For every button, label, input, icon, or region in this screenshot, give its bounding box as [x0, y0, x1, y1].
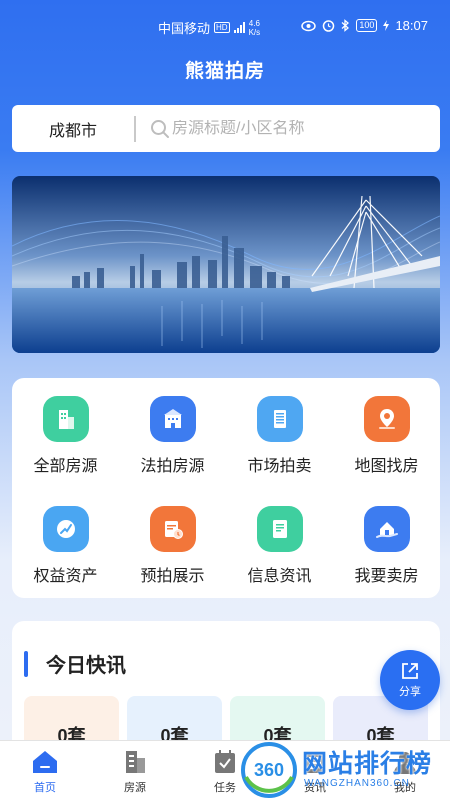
carrier-name: 中国移动: [158, 21, 211, 36]
section-title: 今日快讯: [46, 655, 126, 677]
news-icon: [305, 752, 325, 773]
tab-home[interactable]: 首页: [0, 741, 90, 800]
network-speed: 4.6 K/s: [248, 18, 261, 37]
clock-time: 18:07: [395, 18, 428, 33]
menu-market-auction[interactable]: 市场拍卖: [226, 378, 333, 488]
tab-label: 房源: [124, 782, 146, 794]
home-icon: [33, 751, 57, 773]
buildings-icon: [126, 751, 145, 773]
profile-icon: [394, 752, 416, 774]
task-icon: [215, 750, 235, 773]
tab-label: 首页: [34, 782, 56, 794]
tab-listings[interactable]: 房源: [90, 741, 180, 800]
share-button[interactable]: 分享: [380, 650, 440, 710]
menu-label: 法拍房源: [140, 458, 205, 475]
tab-label: 资讯: [304, 782, 326, 794]
menu-pre-auction[interactable]: 预拍展示: [119, 488, 226, 598]
search-divider: [134, 115, 136, 142]
menu-label: 地图找房: [354, 458, 419, 475]
hd-badge: HD: [214, 22, 230, 33]
tab-label: 我的: [394, 782, 416, 794]
document-icon: [256, 506, 303, 552]
tab-tasks[interactable]: 任务: [180, 741, 270, 800]
house-hand-icon: [363, 506, 410, 552]
status-bar: 中国移动 HD 4.6 K/s 100 18:07: [0, 0, 450, 50]
city-selector[interactable]: 成都市: [12, 117, 134, 141]
office-tower-icon: [256, 396, 303, 442]
bottom-tab-bar: 首页 房源 任务 资讯 我的: [0, 740, 450, 800]
share-icon: [402, 663, 418, 679]
chart-growth-icon: [42, 506, 89, 552]
building-icon: [42, 396, 89, 442]
tab-label: 任务: [214, 782, 236, 794]
court-building-icon: [149, 396, 196, 442]
menu-information[interactable]: 信息资讯: [226, 488, 333, 598]
eye-icon: [301, 20, 317, 31]
charging-icon: [383, 20, 390, 31]
category-menu: 全部房源 法拍房源 市场拍卖 地图找房 权益资产 预拍展示 信息资讯 我要卖房: [12, 378, 440, 598]
menu-sell-house[interactable]: 我要卖房: [333, 488, 440, 598]
search-input[interactable]: [172, 119, 432, 138]
menu-label: 全部房源: [33, 458, 98, 475]
tab-news[interactable]: 资讯: [270, 741, 360, 800]
menu-label: 信息资讯: [247, 568, 312, 585]
menu-judicial-listings[interactable]: 法拍房源: [119, 378, 226, 488]
search-icon: [151, 119, 169, 138]
menu-label: 权益资产: [33, 568, 98, 585]
battery-icon: 100: [356, 19, 378, 32]
page-title: 熊猫拍房: [184, 61, 265, 82]
menu-map-search[interactable]: 地图找房: [333, 378, 440, 488]
menu-all-listings[interactable]: 全部房源: [12, 378, 119, 488]
section-accent-bar: [24, 650, 28, 677]
menu-label: 市场拍卖: [247, 458, 312, 475]
promo-banner[interactable]: [12, 176, 440, 353]
menu-equity-assets[interactable]: 权益资产: [12, 488, 119, 598]
menu-label: 预拍展示: [140, 568, 205, 585]
share-label: 分享: [399, 686, 421, 698]
bluetooth-icon: [341, 19, 350, 32]
alarm-icon: [323, 20, 335, 32]
tab-profile[interactable]: 我的: [360, 741, 450, 800]
signal-icon: [233, 22, 245, 33]
search-bar: 成都市: [12, 105, 440, 152]
city-skyline-image: [12, 176, 440, 353]
map-pin-icon: [363, 396, 410, 442]
calendar-clock-icon: [149, 506, 196, 552]
menu-label: 我要卖房: [354, 568, 419, 585]
